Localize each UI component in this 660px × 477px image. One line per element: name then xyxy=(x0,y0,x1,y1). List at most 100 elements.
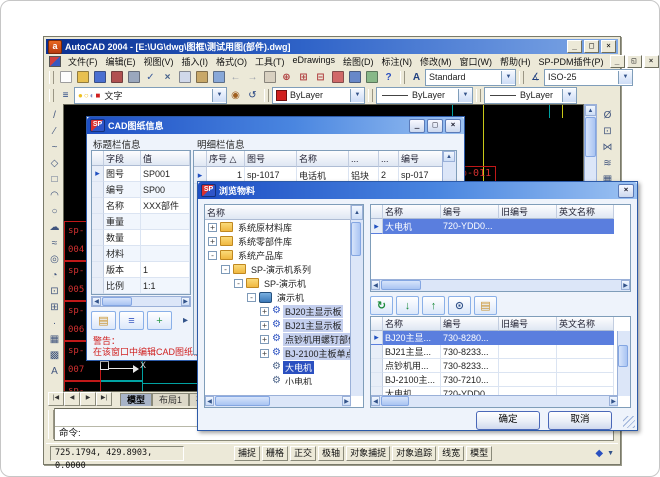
tree-item-label[interactable]: SP-演示机系列 xyxy=(249,263,313,276)
menu-item[interactable]: 文件(F) xyxy=(64,55,102,68)
columns-icon[interactable]: ≡ xyxy=(119,311,144,330)
tree-item[interactable]: ⚙小电机 xyxy=(260,374,363,385)
field-cell[interactable]: 材料 xyxy=(104,246,141,262)
help-icon[interactable]: ? xyxy=(380,69,397,85)
ellipse-arc-icon[interactable]: ◔ xyxy=(47,267,63,283)
text-style-icon[interactable]: A xyxy=(408,69,425,85)
region-icon[interactable]: ▩ xyxy=(47,347,63,363)
scroll-left-icon[interactable]: ◀ xyxy=(371,280,380,290)
field-cell[interactable]: 比例 xyxy=(104,278,141,294)
plot-icon[interactable] xyxy=(108,69,125,85)
tab-next-icon[interactable]: ▶ xyxy=(80,392,96,406)
table-row[interactable]: ▸图号SP001 xyxy=(92,166,190,182)
tree-item-label[interactable]: BJ21主显示板 xyxy=(283,319,344,332)
doc-restore-button[interactable]: ◱ xyxy=(627,55,642,68)
menu-item[interactable]: 插入(I) xyxy=(178,55,213,68)
properties-icon[interactable] xyxy=(346,69,363,85)
grid-cell[interactable] xyxy=(557,219,614,234)
tree-item[interactable]: +⚙BJ20主显示板 xyxy=(260,304,363,318)
mirror-icon[interactable]: ⋈ xyxy=(600,139,616,155)
toolbar-overflow-icon[interactable]: ▸ xyxy=(183,315,188,326)
table-row[interactable]: BJ21主显...730-8233... xyxy=(371,345,630,359)
close-icon[interactable]: × xyxy=(618,184,634,198)
close-button[interactable]: × xyxy=(601,40,616,53)
minimize-button[interactable]: _ xyxy=(409,119,425,133)
color-combo[interactable]: ByLayer ▼ xyxy=(272,87,365,104)
menu-item[interactable]: 标注(N) xyxy=(378,55,417,68)
grid-cell[interactable]: 大电机 xyxy=(383,219,441,234)
tree-item-label[interactable]: 系统原材料库 xyxy=(236,221,294,234)
table-row[interactable]: ▸BJ20主显...730-8280... xyxy=(371,331,630,345)
grid-cell[interactable] xyxy=(499,373,557,387)
tab-last-icon[interactable]: ▶| xyxy=(96,392,112,406)
menu-item[interactable]: 修改(M) xyxy=(416,55,456,68)
layer-previous-icon[interactable]: ↺ xyxy=(244,87,261,103)
scroll-right-icon[interactable]: ▶ xyxy=(609,396,618,406)
tree-item-label[interactable]: BJ20主显示板 xyxy=(283,305,344,318)
pan-realtime-icon[interactable] xyxy=(261,69,278,85)
scroll-thumb[interactable] xyxy=(102,297,132,306)
chevron-down-icon[interactable]: ▼ xyxy=(350,89,364,102)
grid-cell[interactable]: 730-8233... xyxy=(441,359,499,373)
open-folder-icon[interactable]: ▤ xyxy=(474,296,497,315)
zoom-window-icon[interactable]: ⊞ xyxy=(295,69,312,85)
titleblock-hscrollbar[interactable]: ◀ ▶ xyxy=(91,296,191,307)
status-toggle[interactable]: 对象捕捉 xyxy=(346,446,390,461)
value-cell[interactable] xyxy=(141,246,190,262)
table-row[interactable]: ▸大电机720-YDD0... xyxy=(371,219,630,234)
expand-icon[interactable]: + xyxy=(208,223,217,232)
scroll-thumb[interactable] xyxy=(618,345,628,367)
chevron-down-icon[interactable]: ▼ xyxy=(618,71,632,84)
toolbar-grip[interactable] xyxy=(49,89,54,102)
scroll-right-icon[interactable]: ▶ xyxy=(621,280,630,290)
line-icon[interactable]: / xyxy=(47,107,63,123)
collapse-icon[interactable]: - xyxy=(247,293,256,302)
spelling-icon[interactable]: ✓ xyxy=(142,69,159,85)
tree-item[interactable]: +⚙BJ-2100主板单点 xyxy=(260,346,363,360)
search-icon[interactable]: ⊙ xyxy=(448,296,471,315)
grid-hscrollbar[interactable]: ◀ ▶ xyxy=(371,279,630,291)
grid-header-cell[interactable]: 编号 xyxy=(441,205,499,219)
tree-item-label[interactable]: 演示机 xyxy=(275,291,306,304)
chevron-down-icon[interactable]: ▼ xyxy=(501,71,515,84)
dialog-title-bar[interactable]: SP 浏览物料 × xyxy=(198,182,637,199)
new-icon[interactable] xyxy=(57,69,74,85)
redo-icon[interactable]: → xyxy=(244,69,261,85)
tree-item-label[interactable]: 点钞机用螺钉部件 xyxy=(283,333,359,346)
chevron-down-icon[interactable]: ▼ xyxy=(562,89,576,102)
tree-item-label[interactable]: 小电机 xyxy=(283,375,314,386)
menu-item[interactable]: 编辑(E) xyxy=(102,55,140,68)
grid-header-cell[interactable]: 名称 xyxy=(383,205,441,219)
table-row[interactable]: 点钞机用...730-8233... xyxy=(371,359,630,373)
tree-item[interactable]: -SP-演示机 xyxy=(234,276,363,290)
scroll-thumb[interactable] xyxy=(215,396,270,406)
edit-info-icon[interactable]: ▤ xyxy=(91,311,116,330)
document-icon[interactable] xyxy=(49,56,61,67)
tree-item[interactable]: ⚙大电机 xyxy=(260,360,363,374)
grid-header-cell[interactable]: 名称 xyxy=(297,151,349,167)
status-menu-chevron-icon[interactable]: ▼ xyxy=(607,448,614,459)
scroll-right-icon[interactable]: ▶ xyxy=(181,297,190,306)
grid-header-cell[interactable]: 名称 xyxy=(383,317,441,331)
tree-hscrollbar[interactable]: ◀ ▶ xyxy=(205,395,351,407)
expand-icon[interactable]: + xyxy=(260,349,269,358)
grid-header-cell[interactable]: 英文名称 xyxy=(557,317,614,331)
insert-block-icon[interactable]: ⊡ xyxy=(47,283,63,299)
mtext-icon[interactable]: A xyxy=(47,363,63,379)
tree-vscrollbar[interactable] xyxy=(350,220,363,396)
tab-model[interactable]: 模型 xyxy=(120,393,152,406)
status-toggle[interactable]: 极轴 xyxy=(318,446,344,461)
layers-icon[interactable]: ≡ xyxy=(57,87,74,103)
field-cell[interactable]: 重量 xyxy=(104,214,141,230)
tree-item-label[interactable]: 大电机 xyxy=(283,361,314,374)
move-down-icon[interactable]: ↓ xyxy=(396,296,419,315)
grid-hscrollbar[interactable]: ◀ ▶ xyxy=(371,395,618,407)
maximize-button[interactable]: □ xyxy=(427,119,443,133)
doc-close-button[interactable]: × xyxy=(644,55,659,68)
grid-cell[interactable] xyxy=(557,373,614,387)
add-icon[interactable]: + xyxy=(147,311,172,330)
circle-icon[interactable]: ○ xyxy=(47,203,63,219)
status-toggle[interactable]: 捕捉 xyxy=(234,446,260,461)
match-properties-icon[interactable] xyxy=(210,69,227,85)
menu-item[interactable]: 帮助(H) xyxy=(496,55,535,68)
